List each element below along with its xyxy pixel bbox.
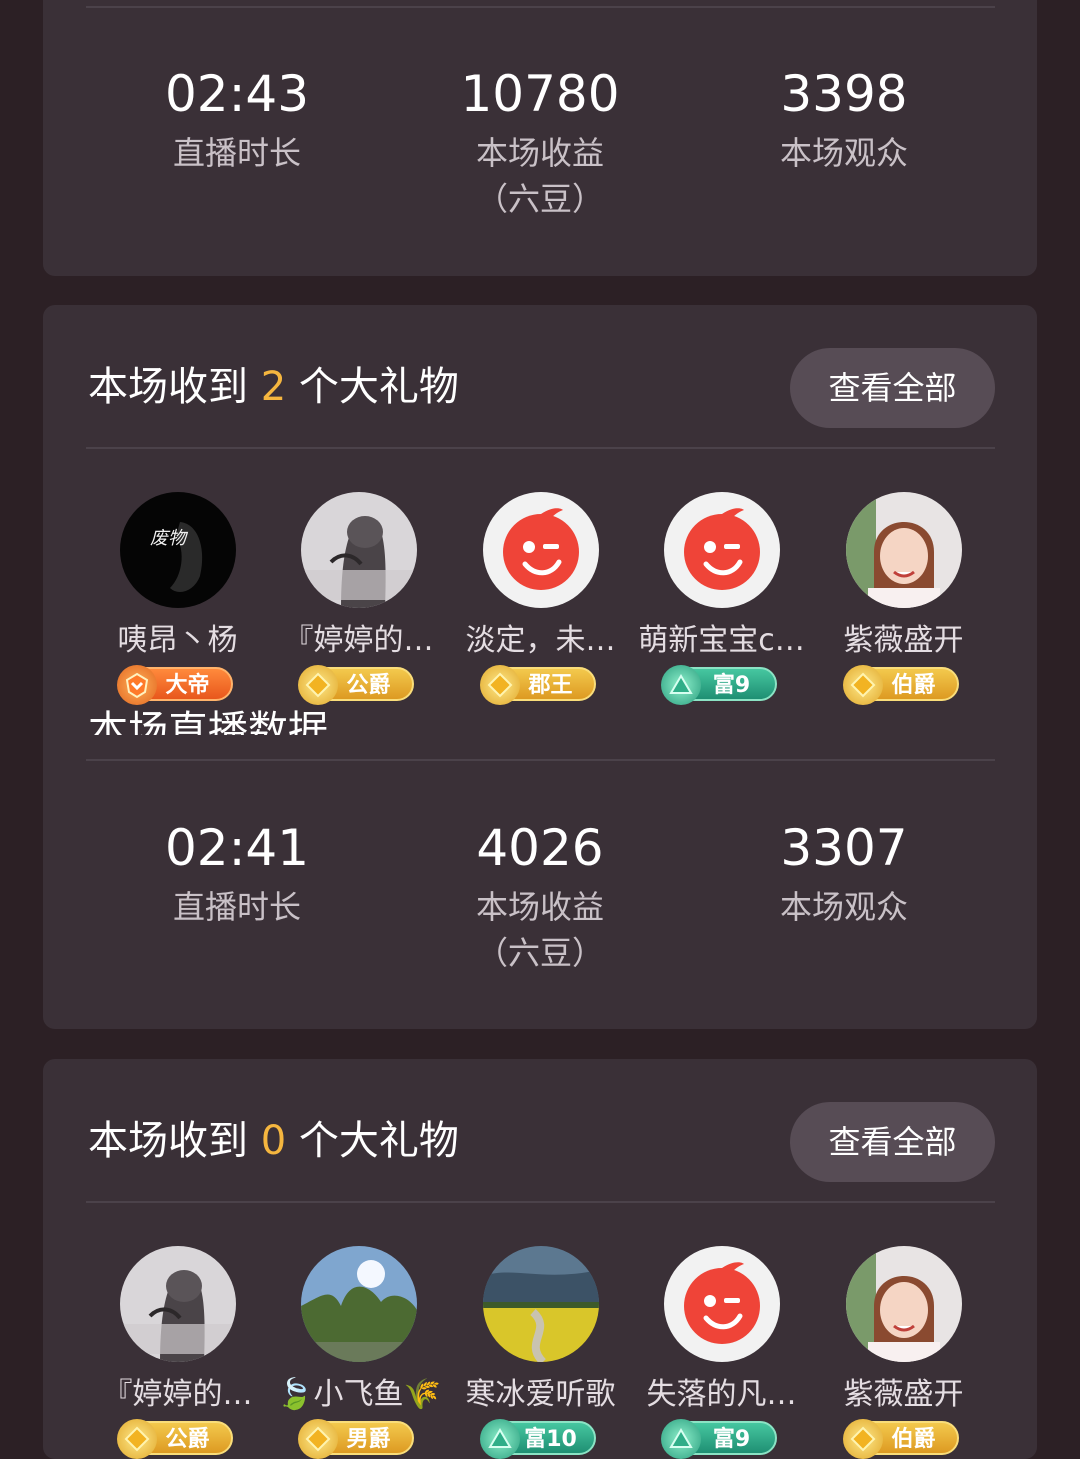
stat-viewers: 3398 本场观众 [694,64,994,176]
diamond-icon [297,1419,338,1459]
gifter-item[interactable]: 『婷婷的… 公爵 [271,492,446,705]
avatar [300,1246,417,1362]
stat-value: 02:41 [164,819,310,877]
gifter-item[interactable]: 萌新宝宝c… 富9 [634,492,809,705]
stat-label: 本场收益 （六豆） [475,134,604,218]
gifter-name: 『婷婷的… [102,1377,253,1412]
avatar [300,492,417,608]
badge-label: 伯爵 [891,673,936,698]
triangle-icon [479,1419,520,1459]
gifts-title-prefix: 本场收到 [88,1118,261,1164]
svg-text:废物: 废物 [150,528,189,549]
stat-duration: 02:41 直播时长 [87,818,387,930]
avatar [663,1246,780,1362]
level-badge: 伯爵 [842,1419,959,1459]
divider [86,759,995,761]
avatar [482,492,599,608]
gifter-item[interactable]: 失落的凡… 富9 [634,1246,809,1459]
avatar [119,1246,236,1362]
gifter-name: 咦昂丶杨 [117,623,238,658]
stat-label: 直播时长 [172,888,301,926]
level-badge: 富10 [479,1419,596,1459]
triangle-icon [660,665,701,705]
stat-label: 本场收益 （六豆） [475,888,604,972]
stat-duration: 02:43 直播时长 [87,64,387,176]
gifts-title-prefix: 本场收到 [88,364,261,410]
stat-label: 本场观众 [779,888,908,926]
badge-label: 公爵 [346,673,391,698]
divider [86,447,995,449]
crest-icon [116,665,157,705]
diamond-icon [297,665,338,705]
level-badge: 大帝 [116,665,233,705]
diamond-icon [116,1419,157,1459]
gifter-item[interactable]: 紫薇盛开 伯爵 [816,492,991,705]
badge-label: 大帝 [165,673,210,698]
section-title-clipped: 本场直播数据 [88,708,328,735]
stat-label: 本场观众 [779,134,908,172]
level-badge: 富9 [660,665,777,705]
avatar [845,1246,962,1362]
stat-value: 3307 [780,819,908,877]
stat-value: 10780 [460,65,620,123]
stat-value: 3398 [780,65,908,123]
gifts-card-1: 本场收到 2 个大礼物 查看全部 废物 咦昂丶杨 大帝 『婷婷的… 公爵 淡定，… [43,305,1037,1029]
level-badge: 公爵 [297,665,414,705]
divider [86,6,995,8]
stat-value: 02:43 [164,65,310,123]
gifts-count: 0 [260,1118,287,1164]
gifter-name: 🍃小飞鱼🌾 [276,1377,441,1412]
avatar [663,492,780,608]
gifter-name: 紫薇盛开 [843,623,964,658]
gifts-title-suffix: 个大礼物 [286,364,459,410]
gifter-item[interactable]: 🍃小飞鱼🌾 男爵 [271,1246,446,1459]
gifter-item[interactable]: 寒冰爱听歌 富10 [453,1246,628,1459]
badge-label: 富9 [712,673,751,698]
gifter-item[interactable]: 『婷婷的… 公爵 [90,1246,265,1459]
gifter-name: 萌新宝宝c… [638,623,805,658]
level-badge: 男爵 [297,1419,414,1459]
gifter-name: 寒冰爱听歌 [465,1377,616,1412]
view-all-button[interactable]: 查看全部 [790,348,995,428]
view-all-button[interactable]: 查看全部 [790,1102,995,1182]
diamond-icon [842,1419,883,1459]
gifter-name: 紫薇盛开 [843,1377,964,1412]
level-badge: 富9 [660,1419,777,1459]
avatar [845,492,962,608]
gifts-title-suffix: 个大礼物 [286,1118,459,1164]
gifts-count: 2 [260,364,287,410]
stat-label: 直播时长 [172,134,301,172]
gifts-title: 本场收到 2 个大礼物 [88,357,459,417]
level-badge: 公爵 [116,1419,233,1459]
stat-viewers: 3307 本场观众 [694,818,994,930]
divider [86,1201,995,1203]
gifter-name: 淡定，未… [465,623,616,658]
stat-value: 4026 [476,819,604,877]
level-badge: 郡王 [479,665,596,705]
stats-card-top: 02:43 直播时长 10780 本场收益 （六豆） 3398 本场观众 [43,0,1037,276]
gifts-title: 本场收到 0 个大礼物 [88,1111,459,1171]
gifter-name: 『婷婷的… [283,623,434,658]
gifter-name: 失落的凡… [646,1377,797,1412]
gifter-item[interactable]: 废物 咦昂丶杨 大帝 [90,492,265,705]
avatar: 废物 [119,492,236,608]
gifter-item[interactable]: 淡定，未… 郡王 [453,492,628,705]
avatar [482,1246,599,1362]
gifter-item[interactable]: 紫薇盛开 伯爵 [816,1246,991,1459]
diamond-icon [842,665,883,705]
level-badge: 伯爵 [842,665,959,705]
gifts-card-2: 本场收到 0 个大礼物 查看全部 『婷婷的… 公爵 🍃小飞鱼🌾 男爵 寒冰爱听歌… [43,1059,1037,1459]
triangle-icon [660,1419,701,1459]
stat-income: 10780 本场收益 （六豆） [390,64,690,222]
diamond-icon [479,665,520,705]
badge-label: 郡王 [528,673,573,698]
stat-income: 4026 本场收益 （六豆） [390,818,690,976]
